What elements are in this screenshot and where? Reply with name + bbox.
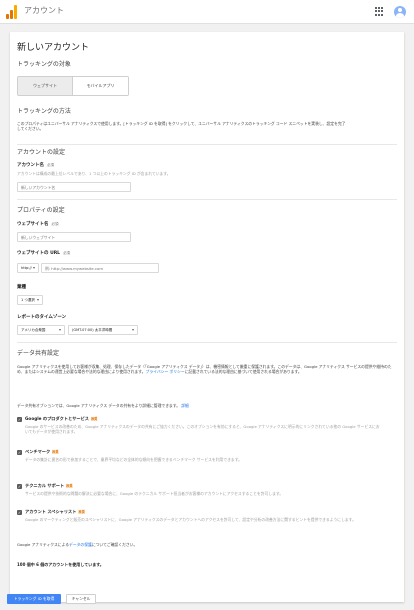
- app-title: アカウント: [24, 6, 64, 16]
- checkbox-technical-support[interactable]: ✓: [17, 484, 22, 489]
- divider: [17, 199, 397, 200]
- timezone-value: (GMT-07:00) 太平洋時間: [72, 327, 113, 332]
- privacy-policy-link[interactable]: プライバシー ポリシー: [146, 369, 185, 374]
- website-url-input[interactable]: [41, 263, 159, 273]
- country-select[interactable]: アメリカ合衆国: [17, 325, 65, 335]
- checkbox-account-specialist[interactable]: ✓: [17, 510, 22, 515]
- google-products-desc: Google のサービスの改善のため、Google アナリティクスのデータの共有…: [25, 424, 380, 435]
- account-name-label: アカウント名 必須: [17, 163, 54, 168]
- chevron-down-icon: [59, 329, 61, 331]
- learn-more-link[interactable]: 詳細: [181, 403, 189, 408]
- checkbox-google-products[interactable]: ✓: [17, 417, 22, 422]
- industry-value: 1 つ選択: [21, 297, 35, 302]
- tracking-target-heading: トラッキングの対象: [17, 61, 71, 68]
- option-website[interactable]: ウェブサイト: [18, 77, 73, 95]
- chevron-down-icon: [37, 299, 39, 301]
- tracking-method-text: このプロパティはユニバーサル アナリティクスで使用します。[トラッキング ID …: [17, 121, 346, 132]
- industry-select[interactable]: 1 つ選択: [17, 295, 43, 305]
- account-usage-text: 100 個中 6 個のアカウントを使用しています。: [17, 562, 104, 567]
- chevron-down-icon: [132, 329, 134, 331]
- avatar[interactable]: [394, 5, 406, 18]
- account-specialist-desc: Google のマーケティングと販売のスペシャリストに、Google アナリティ…: [25, 517, 356, 522]
- data-sharing-heading: データ共有設定: [17, 350, 60, 357]
- protocol-select[interactable]: http://: [17, 263, 39, 273]
- timezone-label: レポートのタイムゾーン: [17, 315, 67, 320]
- website-name-input[interactable]: [17, 232, 131, 242]
- timezone-select[interactable]: (GMT-07:00) 太平洋時間: [68, 325, 138, 335]
- divider: [17, 342, 397, 343]
- property-settings-heading: プロパティの設定: [17, 207, 65, 214]
- tracking-target-toggle: ウェブサイト モバイルアプリ: [17, 76, 129, 96]
- data-protection-link[interactable]: データの保護: [69, 542, 92, 547]
- apps-grid-icon[interactable]: [375, 6, 385, 17]
- website-url-label: ウェブサイトの URL 必須: [17, 251, 71, 256]
- benchmark-desc: データの集計に匿名の形で参加することで、業界平均などの全体的な傾向を把握できるベ…: [25, 457, 242, 462]
- account-name-help: アカウントは構成の最上位レベルであり、1 つ以上のトラッキング ID が含まれて…: [17, 171, 171, 176]
- get-tracking-id-button[interactable]: トラッキング ID を取得: [7, 594, 61, 604]
- chevron-down-icon: [33, 267, 35, 269]
- account-name-input[interactable]: [17, 182, 131, 192]
- data-sharing-options-text: データ共有オプションでは、Google アナリティクス データの共有をより詳細に…: [17, 403, 189, 408]
- new-account-form: 新しいアカウント トラッキングの対象 ウェブサイト モバイルアプリ トラッキング…: [10, 32, 404, 602]
- industry-label: 業種: [17, 285, 26, 290]
- data-protection-note: Google アナリティクスによるデータの保護についてご確認ください。: [17, 542, 138, 547]
- analytics-logo-icon[interactable]: [6, 4, 17, 19]
- tracking-method-heading: トラッキングの方法: [17, 108, 71, 115]
- checkbox-benchmark[interactable]: ✓: [17, 450, 22, 455]
- account-settings-heading: アカウントの設定: [17, 149, 66, 156]
- checkbox-google-products-label: Google のプロダクトとサービス 推奨: [25, 416, 98, 421]
- page-title: 新しいアカウント: [17, 43, 90, 53]
- checkbox-technical-support-label: テクニカル サポート 推奨: [25, 483, 73, 488]
- cancel-button[interactable]: キャンセル: [66, 594, 96, 604]
- technical-support-desc: サービスの提供や技術的な問題の解決に必要な場合に、Google のテクニカル サ…: [25, 491, 284, 496]
- divider: [17, 144, 397, 145]
- protocol-value: http://: [21, 265, 32, 270]
- data-sharing-intro: Google アナリティクスを使用してお客様が収集、処理、保存したデータ（「Go…: [17, 364, 392, 375]
- checkbox-benchmark-label: ベンチマーク 推奨: [25, 449, 59, 454]
- checkbox-account-specialist-label: アカウント スペシャリスト 推奨: [25, 509, 85, 514]
- option-mobile-app[interactable]: モバイルアプリ: [73, 77, 128, 95]
- app-bar: アカウント: [0, 0, 414, 24]
- website-name-label: ウェブサイト名 必須: [17, 222, 59, 227]
- country-value: アメリカ合衆国: [21, 327, 46, 332]
